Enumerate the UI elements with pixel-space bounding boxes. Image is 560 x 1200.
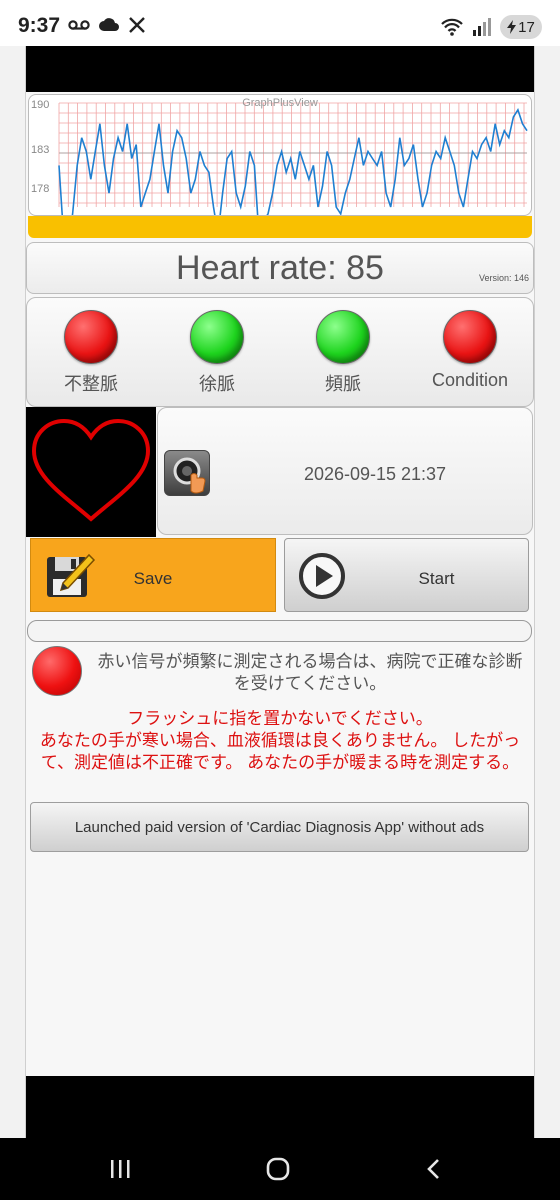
indicator-label: 頻脈 [325, 374, 361, 394]
signal-icon [473, 18, 491, 36]
indicator-panel: 不整脈 徐脈 頻脈 Condition [26, 297, 534, 407]
warning-red-light [32, 646, 82, 696]
indicator-arrhythmia: 不整脈 [31, 310, 151, 396]
home-icon [266, 1157, 290, 1181]
hospital-advice-text: 赤い信号が頻繁に測定される場合は、病院で正確な診断を受けてください。 [97, 652, 523, 693]
notification-icons [68, 16, 146, 34]
heart-rate-panel: Heart rate: 85 Version: 146 [26, 242, 534, 294]
start-button[interactable]: Start [284, 538, 529, 612]
back-button[interactable] [414, 1152, 454, 1186]
tachycardia-light [316, 310, 370, 364]
fingerprint-button[interactable] [164, 450, 210, 496]
wifi-icon [441, 18, 463, 36]
condition-light [443, 310, 497, 364]
heart-outline-icon [31, 418, 151, 522]
recent-apps-icon [111, 1160, 130, 1178]
voicemail-icon [68, 20, 90, 30]
graph-yellow-bar [28, 216, 532, 238]
heart-rate-graph: GraphPlusView 190 183 178 [28, 94, 532, 216]
top-black-bar [26, 46, 534, 92]
indicator-label: 不整脈 [64, 374, 118, 394]
battery-indicator: 17 [500, 15, 542, 39]
play-icon [299, 553, 345, 599]
graph-title: GraphPlusView [242, 97, 318, 109]
bradycardia-light [190, 310, 244, 364]
recent-apps-button[interactable] [100, 1152, 140, 1186]
indicator-label: Condition [431, 370, 509, 390]
graph-grid [58, 102, 527, 207]
indicator-bradycardia: 徐脈 [157, 310, 277, 396]
measurement-warning-text: フラッシュに指を置かないでください。 あなたの手が寒い場合、血液循環は良くありま… [39, 709, 521, 772]
status-time: 9:37 [18, 14, 61, 37]
graph-y-label-mid: 183 [31, 144, 50, 156]
graph-y-label-top: 190 [31, 99, 50, 111]
battery-level: 17 [518, 18, 535, 36]
paid-version-button[interactable]: Launched paid version of 'Cardiac Diagno… [30, 802, 529, 852]
arrhythmia-light [64, 310, 118, 364]
finger-touch-icon [173, 457, 206, 494]
indicator-label: 徐脈 [199, 374, 235, 394]
heart-display [26, 407, 156, 537]
cloud-icon [99, 18, 119, 31]
save-label: Save [133, 569, 173, 588]
app-frame-left [0, 46, 26, 1138]
bolt-icon [507, 20, 517, 34]
indicator-condition: Condition [410, 310, 530, 391]
x-logo-icon [129, 17, 145, 33]
measurement-progress-bar [27, 620, 532, 642]
bottom-black-bar [26, 1076, 534, 1138]
indicator-tachycardia: 頻脈 [283, 310, 403, 396]
graph-y-label-bottom: 178 [31, 183, 50, 195]
app-frame-right [534, 46, 560, 1138]
save-button[interactable]: Save [30, 538, 276, 612]
system-icons: 17 [440, 15, 542, 39]
back-icon [427, 1159, 439, 1179]
heart-rate-text: Heart rate: 85 [176, 249, 384, 287]
measurement-datetime: 2026-09-15 21:37 [303, 464, 447, 484]
version-text: Version: 146 [478, 273, 529, 283]
start-label: Start [418, 569, 455, 588]
system-nav-bar [0, 1138, 560, 1200]
graph-plot [58, 102, 528, 215]
measurement-panel: 2026-09-15 21:37 [157, 407, 533, 535]
home-button[interactable] [258, 1152, 298, 1186]
